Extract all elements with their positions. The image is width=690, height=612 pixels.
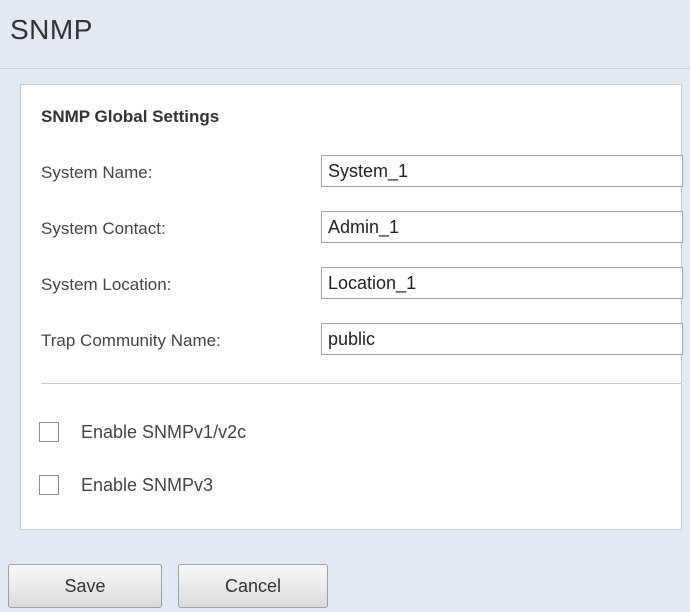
enable-snmpv3-label[interactable]: Enable SNMPv3 [81, 475, 213, 496]
system-location-label: System Location: [41, 275, 172, 294]
page-title: SNMP [10, 14, 93, 45]
enable-snmpv1-v2c-row[interactable]: Enable SNMPv1/v2c [39, 419, 246, 445]
page-header: SNMP [0, 0, 690, 69]
trap-community-name-input[interactable] [321, 323, 683, 355]
enable-snmpv3-checkbox[interactable] [39, 475, 59, 495]
system-location-input[interactable] [321, 267, 683, 299]
snmp-global-settings-panel: SNMP Global Settings System Name: System… [20, 84, 683, 530]
enable-snmpv1-v2c-label[interactable]: Enable SNMPv1/v2c [81, 422, 246, 443]
system-name-label: System Name: [41, 163, 153, 182]
enable-snmpv3-row[interactable]: Enable SNMPv3 [39, 472, 213, 498]
system-contact-label: System Contact: [41, 219, 166, 238]
divider [41, 383, 681, 384]
system-name-input[interactable] [321, 155, 683, 187]
enable-snmpv1-v2c-checkbox[interactable] [39, 422, 59, 442]
system-contact-input[interactable] [321, 211, 683, 243]
section-title: SNMP Global Settings [41, 107, 220, 126]
save-button[interactable]: Save [8, 564, 162, 608]
cancel-button[interactable]: Cancel [178, 564, 328, 608]
trap-community-name-label: Trap Community Name: [41, 331, 221, 350]
